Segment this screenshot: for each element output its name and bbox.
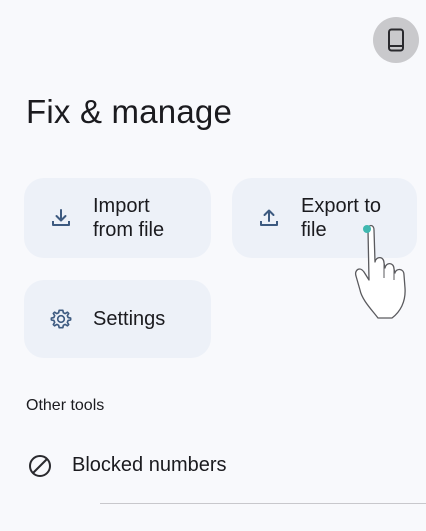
device-account-button[interactable] — [373, 17, 419, 63]
other-tools-heading: Other tools — [26, 397, 105, 414]
phone-device-icon — [387, 28, 405, 52]
settings-button[interactable]: Settings — [24, 280, 211, 358]
page-title: Fix & manage — [26, 93, 232, 130]
settings-label: Settings — [93, 308, 166, 330]
gear-icon — [50, 308, 72, 330]
list-divider — [100, 503, 426, 504]
import-from-file-label: Import from file — [93, 195, 165, 241]
blocked-numbers-label: Blocked numbers — [72, 454, 227, 476]
upload-icon — [258, 207, 280, 229]
fix-manage-screen: Fix & manage Import from file Export to … — [0, 0, 426, 531]
export-to-file-button[interactable]: Export to file — [232, 178, 417, 258]
blocked-numbers-item[interactable]: Blocked numbers — [0, 441, 426, 491]
export-to-file-label: Export to file — [301, 195, 382, 241]
download-icon — [50, 207, 72, 229]
import-from-file-button[interactable]: Import from file — [24, 178, 211, 258]
block-icon — [27, 453, 53, 479]
